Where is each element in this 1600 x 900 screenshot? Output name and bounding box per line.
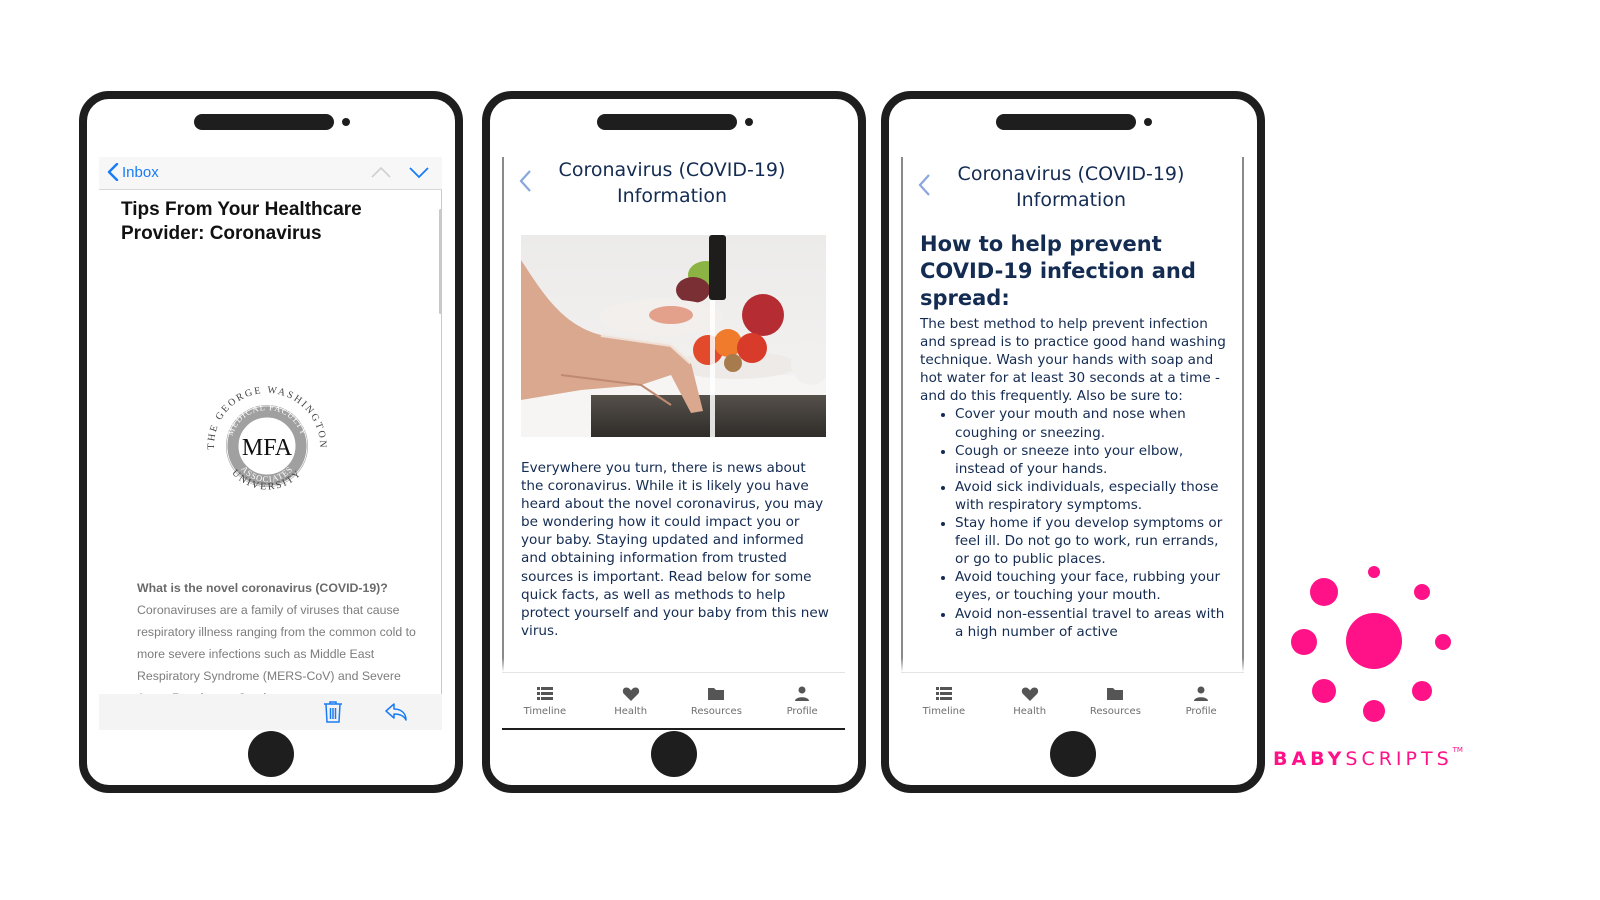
chevron-up-icon[interactable] (370, 165, 392, 179)
home-button[interactable] (1050, 731, 1096, 777)
back-chevron-icon[interactable] (518, 169, 532, 193)
logo-dot (1312, 679, 1336, 703)
screen-edge (1242, 157, 1244, 674)
inbox-back-button[interactable]: Inbox (107, 163, 159, 181)
screen-edge (502, 157, 504, 730)
inbox-back-label: Inbox (122, 163, 159, 181)
phone-camera (1144, 118, 1152, 126)
tab-profile[interactable]: Profile (762, 673, 842, 728)
logo-dot (1368, 566, 1380, 578)
trash-icon[interactable] (322, 700, 344, 724)
tab-label: Health (1013, 706, 1047, 717)
handwashing-photo (521, 235, 826, 437)
tab-label: Profile (786, 706, 818, 717)
list-item: Cough or sneeze into your elbow, instead… (937, 442, 1236, 478)
phone-speaker (194, 114, 334, 130)
tab-health[interactable]: Health (990, 673, 1070, 730)
mail-toolbar (99, 694, 442, 730)
phone-speaker (996, 114, 1136, 130)
tab-label: Health (614, 706, 648, 717)
page-title: Coronavirus (COVID-19) Information (957, 163, 1185, 211)
tab-health[interactable]: Health (591, 673, 671, 728)
email-subject: Tips From Your Healthcare Provider: Coro… (121, 199, 362, 244)
tab-timeline[interactable]: Timeline (505, 673, 585, 728)
phone-speaker (597, 114, 737, 130)
list-item: Avoid non-essential travel to areas with… (937, 605, 1236, 641)
mfa-logo: THE GEORGE WASHINGTON UNIVERSITY MEDICAL… (206, 385, 326, 493)
logo-dot (1310, 578, 1338, 606)
screen-edge (901, 157, 903, 730)
logo-dot-center (1346, 613, 1402, 669)
phone-mockup-info: Coronavirus (COVID-19) Information Every… (482, 91, 866, 793)
tab-label: Timeline (922, 706, 966, 717)
home-button[interactable] (651, 731, 697, 777)
folder-icon (1107, 688, 1124, 700)
intro-paragraph: Everywhere you turn, there is news about… (521, 460, 829, 639)
logo-center-text: MFA (242, 435, 293, 461)
prevention-heading: How to help prevent COVID-19 infection a… (920, 232, 1196, 310)
list-item: Stay home if you develop symptoms or fee… (937, 514, 1236, 568)
phone-mockup-prevention: Coronavirus (COVID-19) Information How t… (881, 91, 1265, 793)
folder-icon (708, 688, 725, 700)
email-body-question: What is the novel coronavirus (COVID-19)… (137, 581, 388, 595)
heart-icon (1021, 687, 1038, 701)
email-screen: Inbox Tips From Your Healthcare Provider… (99, 157, 442, 730)
tab-label: Timeline (523, 706, 567, 717)
email-body: What is the novel coronavirus (COVID-19)… (137, 577, 417, 709)
logo-dot (1412, 681, 1432, 701)
info-screen: Coronavirus (COVID-19) Information Every… (502, 157, 845, 730)
tab-bar: Timeline Health Resources Profile (901, 672, 1244, 730)
babyscripts-wordmark: BABYSCRIPTSTM (1273, 746, 1463, 770)
person-icon (1194, 686, 1209, 701)
person-icon (795, 686, 810, 701)
tab-profile[interactable]: Profile (1161, 673, 1241, 730)
tab-bar: Timeline Health Resources Profile (502, 672, 845, 730)
trademark-symbol: TM (1452, 746, 1463, 754)
email-body-text: Coronaviruses are a family of viruses th… (137, 603, 416, 705)
phone-mockup-email: Inbox Tips From Your Healthcare Provider… (79, 91, 463, 793)
tab-resources[interactable]: Resources (676, 673, 756, 728)
tab-label: Resources (690, 706, 742, 717)
tab-resources[interactable]: Resources (1075, 673, 1155, 730)
phone-camera (745, 118, 753, 126)
prevention-screen: Coronavirus (COVID-19) Information How t… (901, 157, 1244, 730)
wordmark-bold: BABY (1273, 748, 1346, 770)
babyscripts-logo-mark (1291, 566, 1451, 722)
back-chevron-icon[interactable] (917, 173, 931, 197)
logo-dot (1414, 584, 1430, 600)
reply-icon[interactable] (384, 702, 408, 722)
tab-label: Resources (1089, 706, 1141, 717)
list-item: Avoid sick individuals, especially those… (937, 478, 1236, 514)
mail-scrollbar[interactable] (439, 209, 442, 314)
handwashing-illustration (521, 235, 826, 437)
scroll-fade (901, 658, 1244, 672)
prevention-body: The best method to help prevent infectio… (920, 315, 1236, 641)
list-icon (935, 687, 952, 700)
mail-nav-bar: Inbox (99, 157, 442, 190)
prevention-list: Cover your mouth and nose when coughing … (920, 405, 1236, 640)
prevention-intro: The best method to help prevent infectio… (920, 316, 1226, 405)
wordmark-light: SCRIPTS (1345, 748, 1453, 770)
list-item: Cover your mouth and nose when coughing … (937, 405, 1236, 441)
list-item: Avoid touching your face, rubbing your e… (937, 568, 1236, 604)
page-title: Coronavirus (COVID-19) Information (558, 159, 786, 207)
logo-dot (1435, 634, 1451, 650)
tab-timeline[interactable]: Timeline (904, 673, 984, 730)
logo-dot (1363, 700, 1385, 722)
chevron-down-icon[interactable] (408, 165, 430, 179)
scroll-fade (502, 658, 845, 672)
heart-icon (622, 687, 639, 701)
chevron-left-icon (107, 163, 119, 181)
home-button[interactable] (248, 731, 294, 777)
tab-label: Profile (1185, 706, 1217, 717)
phone-camera (342, 118, 350, 126)
logo-dot (1291, 629, 1317, 655)
list-icon (536, 687, 553, 700)
